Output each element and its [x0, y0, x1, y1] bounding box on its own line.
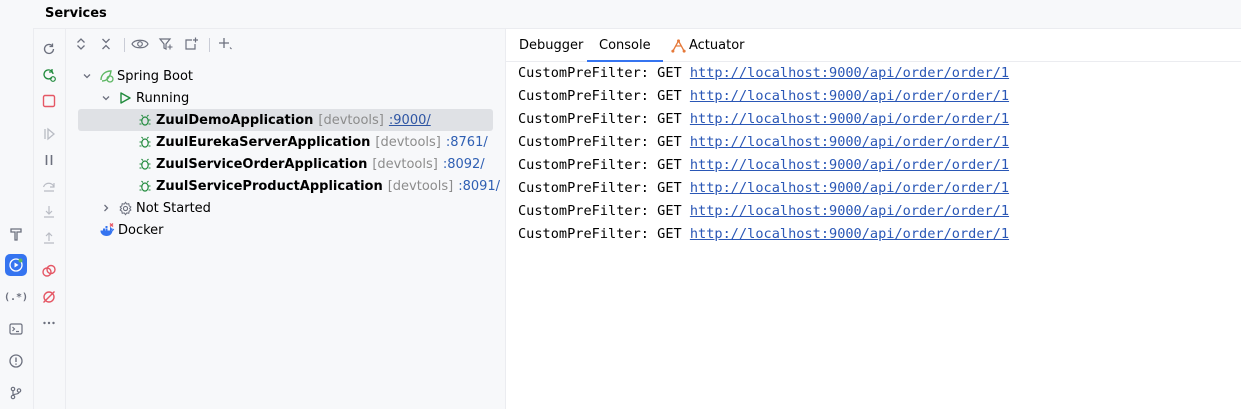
- tree-label-not-started: Not Started: [136, 200, 211, 216]
- bug-icon: [137, 178, 153, 194]
- step-out-icon[interactable]: [40, 229, 58, 247]
- tool-window-strip: (.*): [0, 0, 34, 409]
- spring-boot-icon: [98, 68, 114, 84]
- expand-all-icon[interactable]: [72, 35, 90, 53]
- services-tree-panel: Spring Boot Running ZuulDemoApplication …: [66, 29, 506, 409]
- rerun-icon[interactable]: [40, 40, 58, 58]
- stop-icon[interactable]: [40, 92, 58, 110]
- services-icon[interactable]: [5, 254, 27, 276]
- console-text: CustomPreFilter: GET: [518, 226, 690, 242]
- console-text: CustomPreFilter: GET: [518, 88, 690, 104]
- port-link[interactable]: :8091/: [458, 179, 500, 194]
- git-icon[interactable]: [5, 382, 27, 404]
- mute-breakpoints-icon[interactable]: [40, 288, 58, 306]
- services-action-column: [34, 29, 66, 409]
- port-link[interactable]: :9000/: [389, 113, 431, 128]
- detail-tabs: Debugger Console Actuator: [506, 29, 1241, 62]
- port-link[interactable]: :8761/: [446, 135, 488, 150]
- more-icon[interactable]: [40, 314, 58, 332]
- console-line: CustomPreFilter: GET http://localhost:90…: [518, 108, 1009, 131]
- tab-label: Debugger: [519, 37, 584, 53]
- console-text: CustomPreFilter: GET: [518, 157, 690, 173]
- app-name: ZuulServiceProductApplication: [156, 178, 383, 194]
- tab-label: Actuator: [689, 37, 745, 53]
- console-link[interactable]: http://localhost:9000/api/order/order/1: [690, 111, 1009, 127]
- console-line: CustomPreFilter: GET http://localhost:90…: [518, 85, 1009, 108]
- terminal-icon[interactable]: [5, 318, 27, 340]
- chevron-right-icon[interactable]: [99, 201, 113, 215]
- bug-icon: [137, 112, 153, 128]
- console-line: CustomPreFilter: GET http://localhost:90…: [518, 131, 1009, 154]
- console-link[interactable]: http://localhost:9000/api/order/order/1: [690, 157, 1009, 173]
- console-link[interactable]: http://localhost:9000/api/order/order/1: [690, 203, 1009, 219]
- add-icon[interactable]: [216, 35, 234, 53]
- regex-icon[interactable]: (.*): [4, 286, 28, 308]
- toolbar-separator-2: [209, 38, 210, 52]
- console-link[interactable]: http://localhost:9000/api/order/order/1: [690, 65, 1009, 81]
- tree-node-app[interactable]: ZuulDemoApplication [devtools] :9000/: [78, 109, 493, 131]
- console-text: CustomPreFilter: GET: [518, 203, 690, 219]
- step-over-icon[interactable]: [40, 177, 58, 195]
- tree-node-running[interactable]: Running: [99, 87, 189, 109]
- tree-label-docker: Docker: [118, 222, 164, 238]
- tab-console[interactable]: Console: [587, 29, 663, 62]
- bug-icon: [137, 156, 153, 172]
- step-into-icon[interactable]: [40, 203, 58, 221]
- app-name: ZuulEurekaServerApplication: [156, 134, 371, 150]
- resume-icon[interactable]: [40, 125, 58, 143]
- problems-icon[interactable]: [5, 350, 27, 372]
- console-text: CustomPreFilter: GET: [518, 180, 690, 196]
- toolbar-separator: [124, 38, 125, 52]
- filter-icon[interactable]: [157, 35, 175, 53]
- console-text: CustomPreFilter: GET: [518, 134, 690, 150]
- actuator-icon: [670, 37, 686, 53]
- services-title: Services: [45, 6, 107, 21]
- devtools-tag: [devtools]: [372, 156, 438, 172]
- console-line: CustomPreFilter: GET http://localhost:90…: [518, 223, 1009, 246]
- tree-node-app[interactable]: ZuulServiceProductApplication [devtools]…: [137, 175, 500, 197]
- chevron-down-icon[interactable]: [80, 69, 94, 83]
- console-line: CustomPreFilter: GET http://localhost:90…: [518, 154, 1009, 177]
- tree-node-app[interactable]: ZuulEurekaServerApplication [devtools] :…: [137, 131, 488, 153]
- port-link[interactable]: :8092/: [443, 157, 485, 172]
- services-header: Services: [33, 0, 1241, 29]
- tree-node-app[interactable]: ZuulServiceOrderApplication [devtools] :…: [137, 153, 485, 175]
- tree-node-spring-boot[interactable]: Spring Boot: [80, 65, 193, 87]
- pause-icon[interactable]: [40, 151, 58, 169]
- tab-actuator[interactable]: Actuator: [670, 29, 745, 61]
- collapse-all-icon[interactable]: [97, 35, 115, 53]
- tree-node-not-started[interactable]: Not Started: [99, 197, 211, 219]
- eye-icon[interactable]: [131, 35, 149, 53]
- gear-icon: [117, 200, 133, 216]
- tree-toolbar: [66, 29, 505, 59]
- devtools-tag: [devtools]: [318, 112, 384, 128]
- tree-node-docker[interactable]: Docker: [99, 219, 164, 241]
- hammer-icon[interactable]: [5, 223, 27, 245]
- console-line: CustomPreFilter: GET http://localhost:90…: [518, 177, 1009, 200]
- console-link[interactable]: http://localhost:9000/api/order/order/1: [690, 88, 1009, 104]
- console-link[interactable]: http://localhost:9000/api/order/order/1: [690, 180, 1009, 196]
- tab-debugger[interactable]: Debugger: [519, 29, 583, 61]
- console-text: CustomPreFilter: GET: [518, 111, 690, 127]
- console-line: CustomPreFilter: GET http://localhost:90…: [518, 200, 1009, 223]
- new-tab-icon[interactable]: [182, 35, 200, 53]
- devtools-tag: [devtools]: [387, 178, 454, 194]
- console-line: CustomPreFilter: GET http://localhost:90…: [518, 62, 1009, 85]
- chevron-down-icon[interactable]: [99, 91, 113, 105]
- devtools-tag: [devtools]: [375, 134, 441, 150]
- tab-label: Console: [599, 37, 651, 53]
- docker-icon: [99, 222, 115, 238]
- bug-icon: [137, 134, 153, 150]
- app-name: ZuulDemoApplication: [156, 112, 314, 128]
- tree-label-running: Running: [136, 90, 190, 106]
- console-text: CustomPreFilter: GET: [518, 65, 690, 81]
- run-icon: [117, 90, 133, 106]
- view-breakpoints-icon[interactable]: [40, 262, 58, 280]
- console-link[interactable]: http://localhost:9000/api/order/order/1: [690, 226, 1009, 242]
- tree-label-spring-boot: Spring Boot: [117, 68, 194, 84]
- console-link[interactable]: http://localhost:9000/api/order/order/1: [690, 134, 1009, 150]
- rerun-failed-icon[interactable]: [40, 66, 58, 84]
- app-name: ZuulServiceOrderApplication: [156, 156, 368, 172]
